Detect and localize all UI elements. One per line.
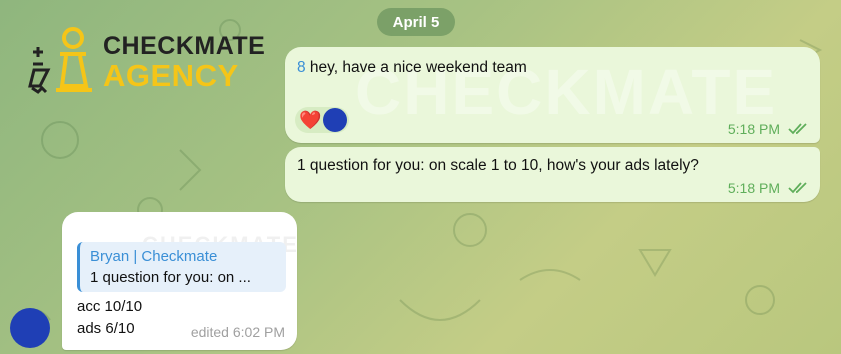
message-time: 5:18 PM: [727, 121, 780, 137]
incoming-message[interactable]: CHECKMATE Bryan | Checkmate 1 question f…: [62, 212, 297, 350]
message-time: 5:18 PM: [727, 180, 780, 196]
message-meta: 5:18 PM: [728, 121, 808, 137]
reply-preview: 1 question for you: on ...: [90, 269, 251, 286]
outgoing-message[interactable]: CHECKMATE 8 hey, have a nice weekend tea…: [285, 47, 820, 143]
double-check-icon: [788, 182, 807, 194]
mention-link[interactable]: 8: [297, 59, 306, 76]
checkmate-agency-logo: CHECKMATE AGENCY: [28, 24, 265, 98]
reply-quote[interactable]: Bryan | Checkmate 1 question for you: on…: [77, 242, 286, 292]
logo-line2: AGENCY: [103, 58, 239, 93]
heart-reaction-icon: ❤️: [299, 110, 322, 130]
message-meta: 5:18 PM: [728, 180, 808, 196]
outgoing-message[interactable]: 1 question for you: on scale 1 to 10, ho…: [285, 147, 820, 202]
reply-sender: Bryan | Checkmate: [90, 248, 218, 265]
message-line: acc 10/10: [77, 298, 143, 315]
chess-pawn-icon: [28, 27, 92, 94]
reaction-chip[interactable]: ❤️: [295, 107, 349, 133]
sender-avatar[interactable]: [10, 308, 50, 348]
reactor-avatar: [323, 108, 347, 132]
message-text: 1 question for you: on scale 1 to 10, ho…: [297, 157, 699, 174]
date-separator: April 5: [377, 8, 455, 36]
edited-time: edited 6:02 PM: [190, 324, 285, 340]
message-line: ads 6/10: [77, 320, 135, 337]
logo-line1: CHECKMATE: [103, 32, 266, 60]
message-text: 8 hey, have a nice weekend team: [297, 59, 527, 76]
double-check-icon: [788, 123, 807, 135]
